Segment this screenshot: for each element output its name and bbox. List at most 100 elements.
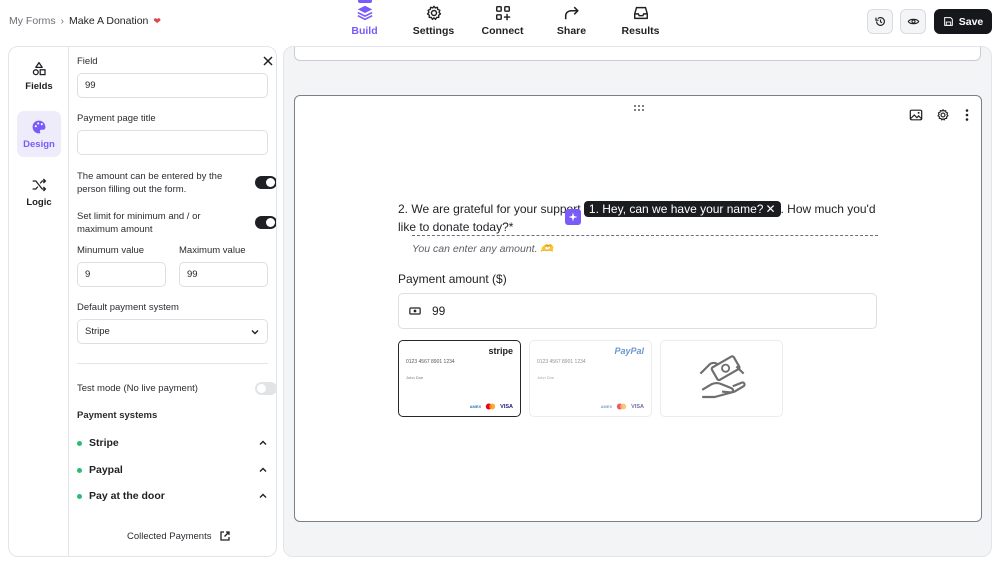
maximum-value-label: Maximum value xyxy=(179,245,246,256)
chevron-up-icon xyxy=(259,467,267,472)
rail-item-label: Design xyxy=(23,138,55,150)
main-nav: Build Settings Connect Share Results xyxy=(330,0,675,37)
field-settings: Field 99 Payment page title The amount c… xyxy=(77,47,276,556)
required-mark: * xyxy=(508,220,514,234)
rail-item-logic[interactable]: Logic xyxy=(17,169,61,215)
top-bar: My Forms › Make A Donation ❤ Build Setti… xyxy=(0,0,1000,44)
rail-item-fields[interactable]: Fields xyxy=(17,53,61,99)
stripe-logo: stripe xyxy=(488,346,513,356)
image-icon[interactable] xyxy=(909,108,923,122)
payment-option-paypal[interactable]: PayPal 0123 4567 8901 1234 John Doe AMEX… xyxy=(529,340,652,417)
breadcrumb: My Forms › Make A Donation ❤ xyxy=(9,15,161,27)
payment-system-paypal[interactable]: Paypal xyxy=(77,462,268,478)
more-vertical-icon[interactable] xyxy=(960,108,974,122)
ai-sparkle-icon[interactable] xyxy=(565,209,581,225)
visa-icon: VISA xyxy=(500,403,513,410)
floppy-icon xyxy=(943,17,953,26)
divider xyxy=(77,363,268,364)
tab-settings-label: Settings xyxy=(412,25,455,37)
tab-share-label: Share xyxy=(556,25,587,37)
chevron-up-icon xyxy=(259,493,267,498)
card-holder: John Doe xyxy=(537,375,555,380)
card-network-logos: AMEX VISA xyxy=(601,403,644,410)
tab-connect[interactable]: Connect xyxy=(468,4,537,37)
payment-option-stripe[interactable]: stripe 0123 4567 8901 1234 John Doe AMEX… xyxy=(398,340,521,417)
default-payment-system-label: Default payment system xyxy=(77,302,179,313)
tab-build-label: Build xyxy=(351,25,378,37)
collected-payments-label: Collected Payments xyxy=(127,530,212,542)
payment-amount-label: Payment amount ($) xyxy=(398,272,507,286)
breadcrumb-current: Make A Donation xyxy=(69,15,149,27)
tab-build[interactable]: Build xyxy=(330,0,399,37)
tab-connect-label: Connect xyxy=(481,25,524,37)
connect-icon xyxy=(495,5,510,21)
sparkle-icon xyxy=(568,212,578,222)
mastercard-icon xyxy=(485,403,496,410)
question-text-before: We are grateful for your support xyxy=(411,202,581,216)
amount-entered-toggle[interactable] xyxy=(255,176,276,189)
share-icon xyxy=(564,6,579,20)
payment-page-title-label: Payment page title xyxy=(77,113,156,124)
save-button[interactable]: Save xyxy=(934,9,992,34)
tab-results-label: Results xyxy=(621,25,660,37)
payment-amount-value: 99 xyxy=(432,304,446,318)
payment-system-pay-at-door[interactable]: Pay at the door xyxy=(77,488,268,504)
amount-entered-label: The amount can be entered by the person … xyxy=(77,171,223,195)
question-underline xyxy=(412,235,878,236)
eye-icon xyxy=(907,18,919,25)
drag-handle-icon[interactable] xyxy=(633,104,645,112)
card-number: 0123 4567 8901 1234 xyxy=(406,359,455,365)
question-number: 2. xyxy=(398,202,409,216)
gear-icon[interactable] xyxy=(936,108,950,122)
close-icon[interactable] xyxy=(262,55,274,67)
cash-icon xyxy=(409,307,421,315)
limit-toggle[interactable] xyxy=(255,216,276,229)
payment-system-name: Pay at the door xyxy=(89,490,165,502)
inbox-icon xyxy=(633,6,648,20)
payment-amount-input[interactable]: 99 xyxy=(398,293,877,329)
left-panel: Fields Design Logic Field 99 Payment pag… xyxy=(8,46,277,557)
collected-payments-link[interactable]: Collected Payments xyxy=(127,530,231,542)
rail-item-label: Fields xyxy=(25,80,53,92)
tab-results[interactable]: Results xyxy=(606,4,675,37)
status-dot xyxy=(77,440,82,446)
payment-system-stripe[interactable]: Stripe xyxy=(77,435,268,451)
palette-icon xyxy=(32,120,46,133)
limit-label: Set limit for minimum and / or maximum a… xyxy=(77,211,201,235)
card-holder: John Doe xyxy=(406,375,424,380)
remove-recall-icon[interactable]: ✕ xyxy=(765,202,775,216)
recall-pill-label: 1. Hey, can we have your name? xyxy=(588,202,764,216)
history-button[interactable] xyxy=(867,9,893,34)
card-network-logos: AMEX VISA xyxy=(470,403,513,410)
default-payment-system-value: Stripe xyxy=(85,326,110,337)
tab-settings[interactable]: Settings xyxy=(399,4,468,37)
recall-pill[interactable]: 1. Hey, can we have your name? ✕ xyxy=(583,201,781,217)
chevron-down-icon xyxy=(251,329,259,334)
layers-icon xyxy=(356,5,373,21)
question-card[interactable]: 2. We are grateful for your support 1. H… xyxy=(294,95,982,522)
minimum-value-input[interactable]: 9 xyxy=(77,262,166,287)
question-text[interactable]: 2. We are grateful for your support 1. H… xyxy=(398,200,878,236)
minimum-value-label: Minumum value xyxy=(77,245,145,256)
breadcrumb-my-forms[interactable]: My Forms xyxy=(9,15,56,27)
mastercard-icon xyxy=(616,403,627,410)
paypal-logo: PayPal xyxy=(614,346,644,356)
breadcrumb-separator: › xyxy=(60,15,65,27)
visa-icon: VISA xyxy=(631,403,644,410)
previous-question-card[interactable] xyxy=(294,47,981,61)
rail-item-label: Logic xyxy=(26,196,52,208)
save-button-label: Save xyxy=(958,15,984,28)
question-hint[interactable]: You can enter any amount. 🫶 xyxy=(412,242,554,255)
tab-share[interactable]: Share xyxy=(537,4,606,37)
side-rail: Fields Design Logic xyxy=(9,47,69,556)
handshake-icon xyxy=(699,354,746,398)
maximum-value-input[interactable]: 99 xyxy=(179,262,268,287)
default-payment-system-select[interactable]: Stripe xyxy=(77,319,268,344)
payment-option-pay-at-door[interactable] xyxy=(660,340,783,417)
rail-item-design[interactable]: Design xyxy=(17,111,61,157)
external-link-icon xyxy=(220,531,231,541)
preview-button[interactable] xyxy=(900,9,926,34)
test-mode-toggle[interactable] xyxy=(255,382,276,395)
payment-page-title-input[interactable] xyxy=(77,130,268,155)
field-value-input[interactable]: 99 xyxy=(77,73,268,98)
